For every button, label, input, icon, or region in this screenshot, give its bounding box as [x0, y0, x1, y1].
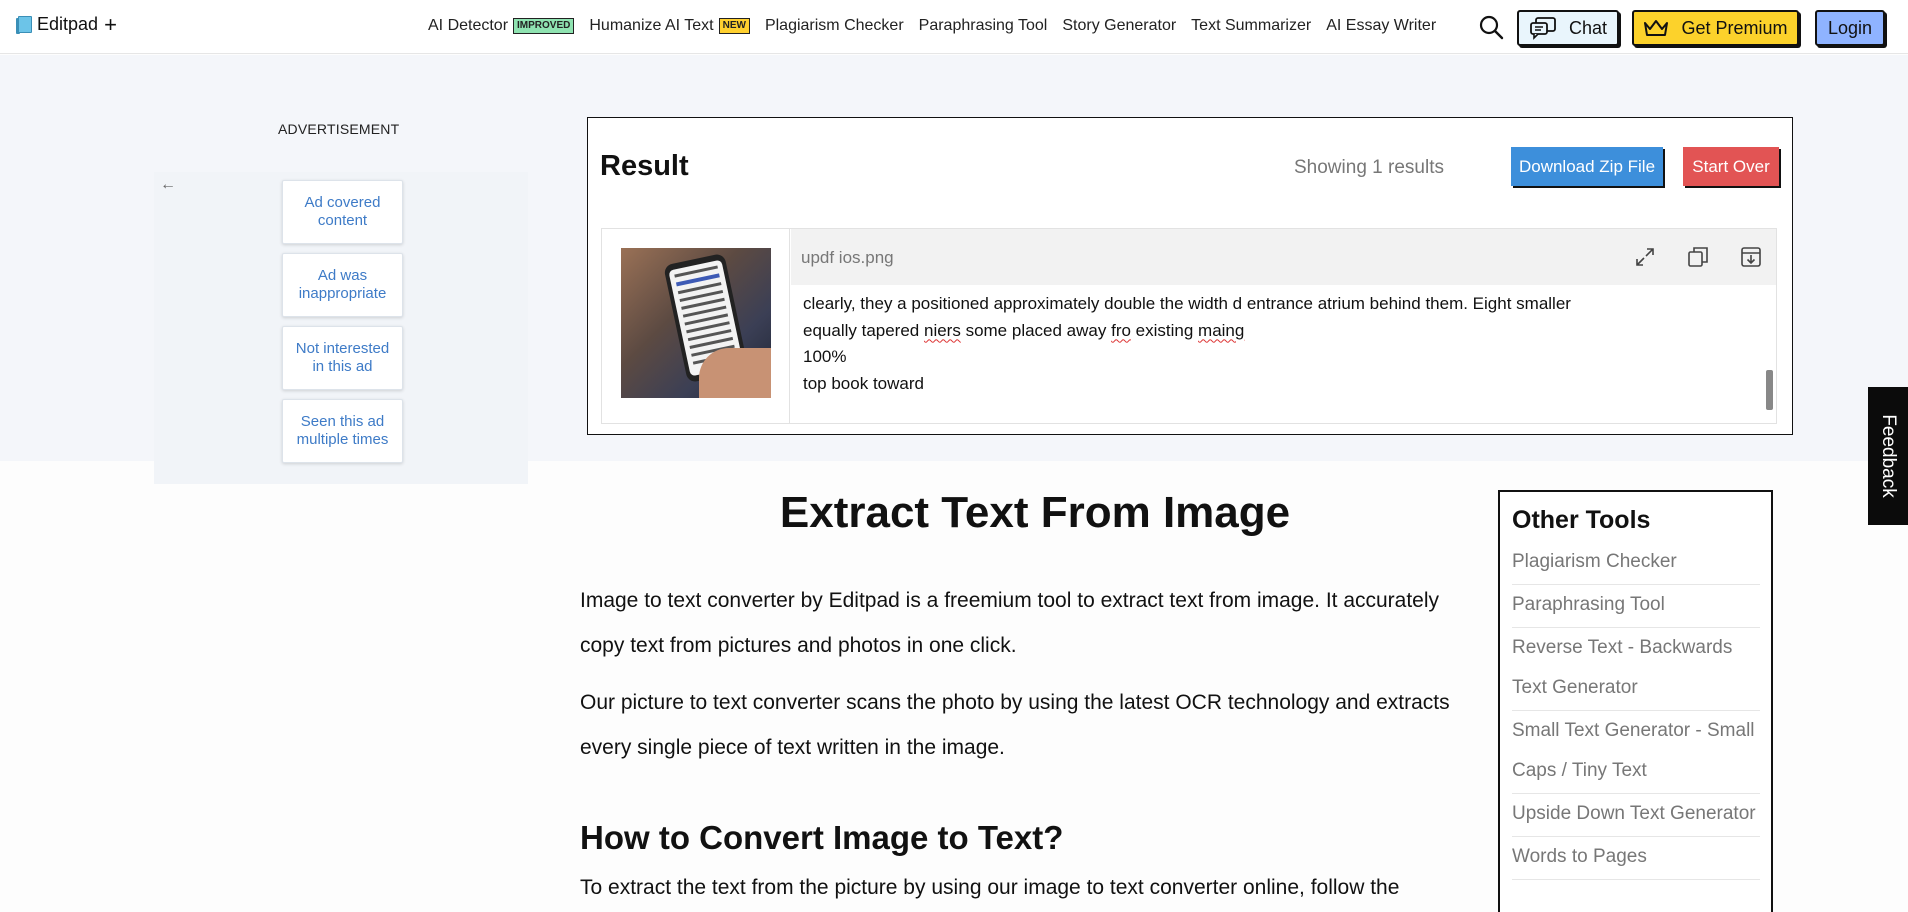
other-tool-link[interactable]: Upside Down Text Generator: [1512, 794, 1760, 837]
thumbnail-area: [602, 229, 790, 423]
nav-ai-essay-writer[interactable]: AI Essay Writer: [1326, 17, 1436, 35]
improved-badge: IMPROVED: [513, 18, 575, 34]
text-scrollbar[interactable]: [1766, 370, 1773, 410]
main-nav: AI Detector IMPROVED Humanize AI Text NE…: [428, 17, 1451, 35]
ocr-paragraph: Our picture to text converter scans the …: [580, 691, 1450, 759]
file-name: updf ios.png: [801, 248, 894, 267]
nav-label: AI Detector: [428, 17, 509, 34]
search-icon[interactable]: [1478, 14, 1504, 40]
ad-option-covered-content[interactable]: Ad covered content: [282, 180, 403, 244]
text-line: clearly, they a positioned approximately…: [803, 294, 1571, 313]
editpad-logo[interactable]: Editpad +: [16, 13, 117, 35]
other-tools-box: Other Tools Plagiarism Checker Paraphras…: [1498, 490, 1773, 912]
nav-label: Text Summarizer: [1191, 17, 1312, 34]
ad-option-seen-multiple[interactable]: Seen this ad multiple times: [282, 399, 403, 463]
feedback-tab[interactable]: Feedback: [1868, 387, 1908, 525]
chat-label: Chat: [1568, 17, 1608, 38]
download-icon[interactable]: [1739, 245, 1763, 269]
nav-humanize-ai-text[interactable]: Humanize AI Text NEW: [589, 17, 750, 35]
feedback-label: Feedback: [1878, 414, 1899, 498]
start-over-button[interactable]: Start Over: [1683, 147, 1779, 186]
other-tool-link[interactable]: Reverse Text - Backwards Text Generator: [1512, 628, 1760, 711]
nav-story-generator[interactable]: Story Generator: [1062, 17, 1176, 35]
other-tool-link[interactable]: Plagiarism Checker: [1512, 542, 1760, 585]
intro-paragraph: Image to text converter by Editpad is a …: [580, 589, 1440, 657]
top-navbar: Editpad + AI Detector IMPROVED Humanize …: [0, 0, 1908, 54]
nav-label: AI Essay Writer: [1326, 17, 1437, 34]
file-toolbar: updf ios.png: [791, 229, 1776, 285]
other-tools-list: Plagiarism Checker Paraphrasing Tool Rev…: [1512, 542, 1760, 880]
ad-option-not-interested[interactable]: Not interested in this ad: [282, 326, 403, 390]
result-title: Result: [600, 150, 689, 182]
ad-option-inappropriate[interactable]: Ad was inappropriate: [282, 253, 403, 317]
nav-label: Plagiarism Checker: [764, 17, 904, 34]
nav-label: Humanize AI Text: [589, 17, 714, 34]
expand-icon[interactable]: [1633, 245, 1657, 269]
how-to-paragraph: To extract the text from the picture by …: [580, 876, 1400, 899]
other-tool-link[interactable]: Paraphrasing Tool: [1512, 585, 1760, 628]
back-arrow-icon[interactable]: ←: [160, 176, 176, 194]
nav-label: Story Generator: [1062, 17, 1177, 34]
get-premium-button[interactable]: Get Premium: [1632, 10, 1799, 46]
plus-icon[interactable]: +: [104, 13, 117, 35]
login-button[interactable]: Login: [1815, 10, 1885, 46]
results-count: Showing 1 results: [1294, 157, 1444, 178]
extracted-text-area[interactable]: clearly, they a positioned approximately…: [803, 291, 1763, 397]
other-tool-link[interactable]: Small Text Generator - Small Caps / Tiny…: [1512, 711, 1760, 794]
nav-label: Paraphrasing Tool: [918, 17, 1048, 34]
logo-text: Editpad: [37, 14, 99, 34]
text-line: top book toward: [803, 373, 924, 393]
image-thumbnail: [621, 248, 771, 398]
result-card: updf ios.png clearly, they a positioned …: [601, 228, 1777, 424]
book-icon: [16, 15, 34, 35]
chat-button[interactable]: Chat: [1517, 10, 1619, 46]
nav-ai-detector[interactable]: AI Detector IMPROVED: [428, 17, 575, 35]
crown-icon: [1644, 20, 1669, 36]
page-title: Extract Text From Image: [779, 488, 1291, 537]
login-label: Login: [1827, 17, 1873, 38]
nav-paraphrasing-tool[interactable]: Paraphrasing Tool: [919, 17, 1048, 35]
nav-plagiarism-checker[interactable]: Plagiarism Checker: [765, 17, 904, 35]
text-line: 100%: [803, 347, 847, 366]
text-line: equally tapered niers some placed away f…: [803, 320, 1245, 340]
chat-bubble-icon: [1530, 17, 1556, 40]
copy-icon[interactable]: [1686, 245, 1710, 269]
download-zip-button[interactable]: Download Zip File: [1511, 147, 1663, 186]
nav-text-summarizer[interactable]: Text Summarizer: [1191, 17, 1311, 35]
new-badge: NEW: [718, 18, 750, 34]
result-panel: Result Showing 1 results Download Zip Fi…: [587, 117, 1793, 435]
advertisement-label: ADVERTISEMENT: [278, 121, 400, 137]
premium-label: Get Premium: [1681, 17, 1788, 38]
other-tool-link[interactable]: Words to Pages: [1512, 837, 1760, 880]
other-tools-title: Other Tools: [1512, 506, 1651, 534]
how-to-heading: How to Convert Image to Text?: [580, 819, 1064, 856]
